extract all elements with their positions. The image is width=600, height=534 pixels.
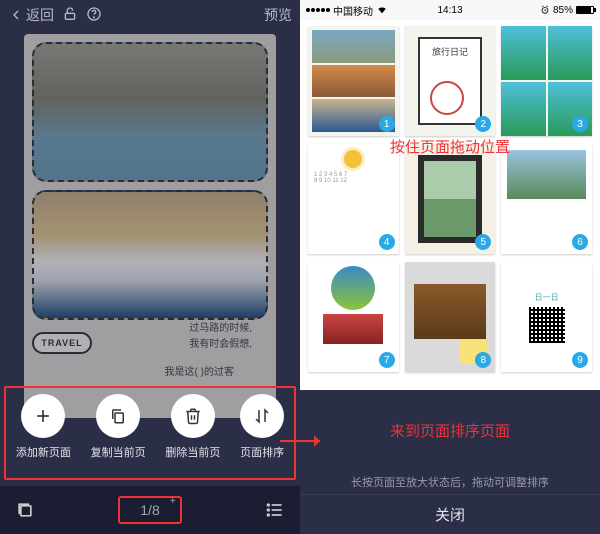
trash-icon <box>184 407 202 425</box>
sort-pages-button[interactable]: 页面排序 <box>240 394 284 460</box>
sort-screen: 中国移动 14:13 85% 1 旅行日记2 3 1 2 3 4 5 6 78 … <box>300 0 600 534</box>
sort-icon <box>253 407 271 425</box>
tutorial-arrow <box>280 440 320 442</box>
alarm-icon <box>540 5 550 15</box>
add-page-button[interactable]: 添加新页面 <box>16 394 71 460</box>
preview-button[interactable]: 预览 <box>264 5 292 25</box>
sort-pages-label: 页面排序 <box>240 444 284 460</box>
tutorial-text-drag: 按住页面拖动位置 <box>300 136 600 157</box>
page-thumb[interactable]: 日一日9 <box>501 262 592 372</box>
caption-line-2[interactable]: 我有时会假想, <box>189 335 252 350</box>
plus-icon <box>33 406 53 426</box>
layers-button[interactable] <box>14 499 36 521</box>
hint-text: 长按页面至放大状态后，拖动可调整排序 <box>300 474 600 490</box>
page-indicator-text: 1/8 <box>140 502 159 518</box>
close-label: 关闭 <box>435 504 465 525</box>
delete-page-button[interactable]: 删除当前页 <box>165 394 220 460</box>
copy-page-button[interactable]: 复制当前页 <box>91 394 146 460</box>
menu-button[interactable] <box>264 499 286 521</box>
delete-page-label: 删除当前页 <box>165 444 220 460</box>
signal-icon <box>306 8 330 12</box>
photo-slot-1[interactable] <box>32 42 268 182</box>
page-canvas[interactable]: TRAVEL 过马路的时候, 我有时会假想, 我是这( )的过客 <box>24 34 276 418</box>
top-bar: 返回 预览 <box>0 0 300 30</box>
page-thumb[interactable]: 旅行日记2 <box>405 26 496 136</box>
page-thumb[interactable]: 1 <box>308 26 399 136</box>
back-label: 返回 <box>26 5 54 25</box>
page-thumb[interactable]: 7 <box>308 262 399 372</box>
carrier-label: 中国移动 <box>333 3 373 18</box>
caption-line-1[interactable]: 过马路的时候, <box>189 319 252 334</box>
back-button[interactable]: 返回 <box>8 5 54 25</box>
bottom-bar: 1/8 + <box>0 486 300 534</box>
tutorial-text-arrive: 来到页面排序页面 <box>300 420 600 441</box>
list-icon <box>265 500 285 520</box>
copy-icon <box>109 407 127 425</box>
close-button[interactable]: 关闭 <box>300 494 600 534</box>
page-indicator[interactable]: 1/8 + <box>118 496 181 524</box>
help-button[interactable] <box>86 6 102 25</box>
add-page-label: 添加新页面 <box>16 444 71 460</box>
page-thumb[interactable]: 6 <box>501 144 592 254</box>
pages-grid: 1 旅行日记2 3 1 2 3 4 5 6 78 9 10 11 124 5 6… <box>300 20 600 390</box>
unlock-icon <box>62 6 78 22</box>
battery-percent: 85% <box>553 5 573 16</box>
travel-badge[interactable]: TRAVEL <box>32 332 92 354</box>
plus-superscript-icon: + <box>170 496 176 507</box>
photo-slot-2[interactable] <box>32 190 268 320</box>
page-thumb[interactable]: 5 <box>405 144 496 254</box>
lock-button[interactable] <box>62 6 78 25</box>
battery-icon <box>576 6 594 14</box>
editor-screen: 返回 预览 TRAVEL 过马路的时候, 我有时会假想, 我是这( )的过客 添… <box>0 0 300 534</box>
layers-icon <box>15 500 35 520</box>
page-thumb[interactable]: 8 <box>405 262 496 372</box>
page-thumb[interactable]: 1 2 3 4 5 6 78 9 10 11 124 <box>308 144 399 254</box>
help-icon <box>86 6 102 22</box>
page-thumb[interactable]: 3 <box>501 26 592 136</box>
caption-line-3[interactable]: 我是这( )的过客 <box>165 363 234 378</box>
wifi-icon <box>376 5 388 15</box>
page-actions-popup: 添加新页面 复制当前页 删除当前页 页面排序 <box>4 386 296 480</box>
chevron-left-icon <box>8 7 24 23</box>
status-bar: 中国移动 14:13 85% <box>300 0 600 20</box>
copy-page-label: 复制当前页 <box>91 444 146 460</box>
